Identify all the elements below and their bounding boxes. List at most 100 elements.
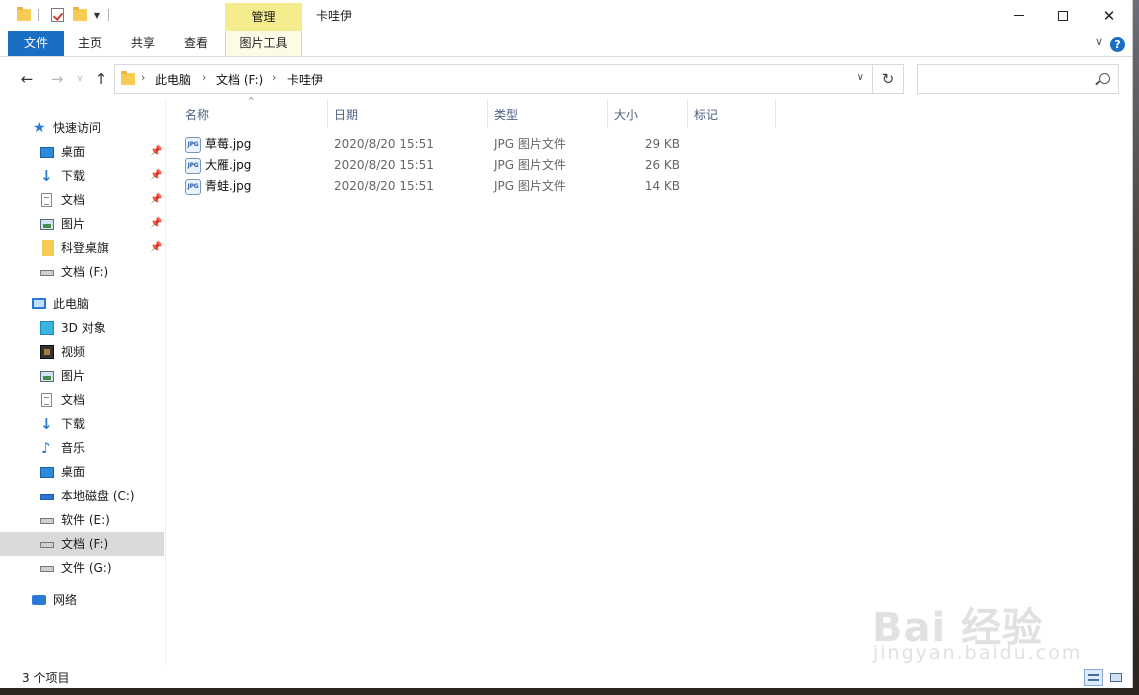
nav-label: 文档 bbox=[61, 393, 86, 407]
file-date: 2020/8/20 15:51 bbox=[334, 137, 434, 151]
tab-picture-tools[interactable]: 图片工具 bbox=[225, 31, 302, 56]
column-header-size[interactable]: 大小 bbox=[614, 104, 638, 126]
nav-label: 文档 (F:) bbox=[61, 537, 109, 551]
file-row[interactable]: JPG 草莓.jpg 2020/8/20 15:51 JPG 图片文件 29 K… bbox=[183, 134, 683, 155]
nav-quick-downloads[interactable]: ↓ 下载 📌 bbox=[0, 164, 164, 188]
recent-locations-button[interactable]: ∨ bbox=[71, 70, 89, 88]
picture-icon bbox=[40, 371, 54, 382]
tab-view[interactable]: 查看 bbox=[170, 31, 222, 56]
tab-share[interactable]: 共享 bbox=[116, 31, 170, 56]
system-drive-icon bbox=[40, 494, 54, 500]
manage-tab-group[interactable]: 管理 bbox=[225, 3, 302, 31]
pin-icon[interactable]: 📌 bbox=[150, 164, 162, 188]
folder-icon[interactable] bbox=[16, 7, 32, 23]
forward-button[interactable]: → bbox=[48, 70, 66, 88]
nav-videos[interactable]: 视频 bbox=[0, 340, 164, 364]
document-icon bbox=[41, 193, 52, 207]
breadcrumb-current-folder[interactable]: 卡哇伊 bbox=[287, 71, 323, 88]
search-icon[interactable] bbox=[1099, 73, 1110, 84]
nav-pictures[interactable]: 图片 bbox=[0, 364, 164, 388]
maximize-button[interactable] bbox=[1040, 0, 1086, 31]
nav-quick-folder[interactable]: 科登桌旗 📌 bbox=[0, 236, 164, 260]
video-icon bbox=[40, 345, 54, 359]
nav-3d-objects[interactable]: 3D 对象 bbox=[0, 316, 164, 340]
baidu-watermark-url: jingyan.baidu.com bbox=[873, 642, 1083, 664]
nav-label: 下载 bbox=[61, 169, 86, 183]
close-button[interactable]: ✕ bbox=[1086, 0, 1132, 31]
ribbon-tabs: 文件 主页 共享 查看 图片工具 ∨ ? bbox=[0, 31, 1132, 57]
file-date: 2020/8/20 15:51 bbox=[334, 179, 434, 193]
column-header-tags[interactable]: 标记 bbox=[694, 104, 718, 126]
nav-label: 网络 bbox=[53, 593, 78, 607]
nav-quick-drive-f[interactable]: 文档 (F:) bbox=[0, 260, 164, 284]
nav-this-pc[interactable]: 此电脑 bbox=[0, 292, 164, 316]
details-view-button[interactable] bbox=[1084, 669, 1103, 686]
nav-label: 本地磁盘 (C:) bbox=[61, 489, 135, 503]
column-divider[interactable] bbox=[607, 100, 608, 128]
column-header-type[interactable]: 类型 bbox=[494, 104, 518, 126]
nav-network[interactable]: 网络 bbox=[0, 588, 164, 612]
column-header-date[interactable]: 日期 bbox=[334, 104, 358, 126]
maximize-icon bbox=[1058, 10, 1068, 21]
minimize-icon bbox=[1014, 15, 1024, 16]
file-name: 大雁.jpg bbox=[205, 158, 252, 172]
search-input[interactable] bbox=[917, 64, 1119, 94]
help-icon[interactable]: ? bbox=[1110, 37, 1125, 52]
nav-drive-e[interactable]: 软件 (E:) bbox=[0, 508, 164, 532]
chevron-right-icon[interactable]: › bbox=[202, 71, 206, 84]
nav-drive-c[interactable]: 本地磁盘 (C:) bbox=[0, 484, 164, 508]
nav-quick-desktop[interactable]: 桌面 📌 bbox=[0, 140, 164, 164]
file-date: 2020/8/20 15:51 bbox=[334, 158, 434, 172]
breadcrumb-drive-f[interactable]: 文档 (F:) bbox=[216, 71, 263, 88]
pin-icon[interactable]: 📌 bbox=[150, 212, 162, 236]
chevron-down-icon[interactable]: ∨ bbox=[857, 72, 864, 83]
column-divider[interactable] bbox=[327, 100, 328, 128]
pin-icon[interactable]: 📌 bbox=[150, 140, 162, 164]
nav-downloads[interactable]: ↓ 下载 bbox=[0, 412, 164, 436]
pin-icon[interactable]: 📌 bbox=[150, 236, 162, 260]
minimize-button[interactable] bbox=[996, 0, 1042, 31]
back-button[interactable]: ← bbox=[18, 70, 36, 88]
pin-icon[interactable]: 📌 bbox=[150, 188, 162, 212]
nav-desktop[interactable]: 桌面 bbox=[0, 460, 164, 484]
jpg-file-icon: JPG bbox=[185, 137, 201, 153]
column-divider[interactable] bbox=[487, 100, 488, 128]
breadcrumb-this-pc[interactable]: 此电脑 bbox=[155, 71, 191, 88]
new-folder-icon[interactable] bbox=[72, 7, 88, 23]
customize-toolbar-icon[interactable]: ▼ bbox=[92, 7, 102, 23]
separator bbox=[108, 9, 109, 21]
properties-icon[interactable] bbox=[49, 7, 65, 23]
drive-icon bbox=[40, 518, 54, 524]
nav-quick-access[interactable]: ★ 快速访问 bbox=[0, 116, 164, 140]
download-icon: ↓ bbox=[40, 415, 53, 433]
refresh-button[interactable]: ↻ bbox=[873, 64, 904, 94]
drive-icon bbox=[40, 270, 54, 276]
jpg-file-icon: JPG bbox=[185, 158, 201, 174]
file-row[interactable]: JPG 青蛙.jpg 2020/8/20 15:51 JPG 图片文件 14 K… bbox=[183, 176, 683, 197]
tab-file[interactable]: 文件 bbox=[8, 31, 64, 56]
file-name: 青蛙.jpg bbox=[205, 179, 252, 193]
nav-quick-documents[interactable]: 文档 📌 bbox=[0, 188, 164, 212]
music-icon: ♪ bbox=[41, 439, 51, 457]
column-divider[interactable] bbox=[775, 100, 776, 128]
expand-ribbon-icon[interactable]: ∨ bbox=[1095, 35, 1103, 48]
nav-drive-f[interactable]: 文档 (F:) bbox=[0, 532, 164, 556]
nav-drive-g[interactable]: 文件 (G:) bbox=[0, 556, 164, 580]
up-button[interactable]: ↑ bbox=[92, 70, 110, 88]
nav-music[interactable]: ♪ 音乐 bbox=[0, 436, 164, 460]
nav-documents[interactable]: 文档 bbox=[0, 388, 164, 412]
picture-icon bbox=[40, 219, 54, 230]
address-bar[interactable]: › 此电脑 › 文档 (F:) › 卡哇伊 ∨ bbox=[114, 64, 873, 94]
column-header-name[interactable]: 名称 bbox=[185, 104, 209, 126]
nav-quick-pictures[interactable]: 图片 📌 bbox=[0, 212, 164, 236]
chevron-right-icon[interactable]: › bbox=[272, 71, 276, 84]
file-name: 草莓.jpg bbox=[205, 137, 252, 151]
nav-label: 文档 bbox=[61, 193, 86, 207]
tab-home[interactable]: 主页 bbox=[64, 31, 116, 56]
chevron-right-icon[interactable]: › bbox=[141, 71, 145, 84]
file-row[interactable]: JPG 大雁.jpg 2020/8/20 15:51 JPG 图片文件 26 K… bbox=[183, 155, 683, 176]
computer-icon bbox=[32, 298, 46, 309]
column-divider[interactable] bbox=[687, 100, 688, 128]
jpg-file-icon: JPG bbox=[185, 179, 201, 195]
large-icons-view-button[interactable] bbox=[1106, 669, 1125, 686]
